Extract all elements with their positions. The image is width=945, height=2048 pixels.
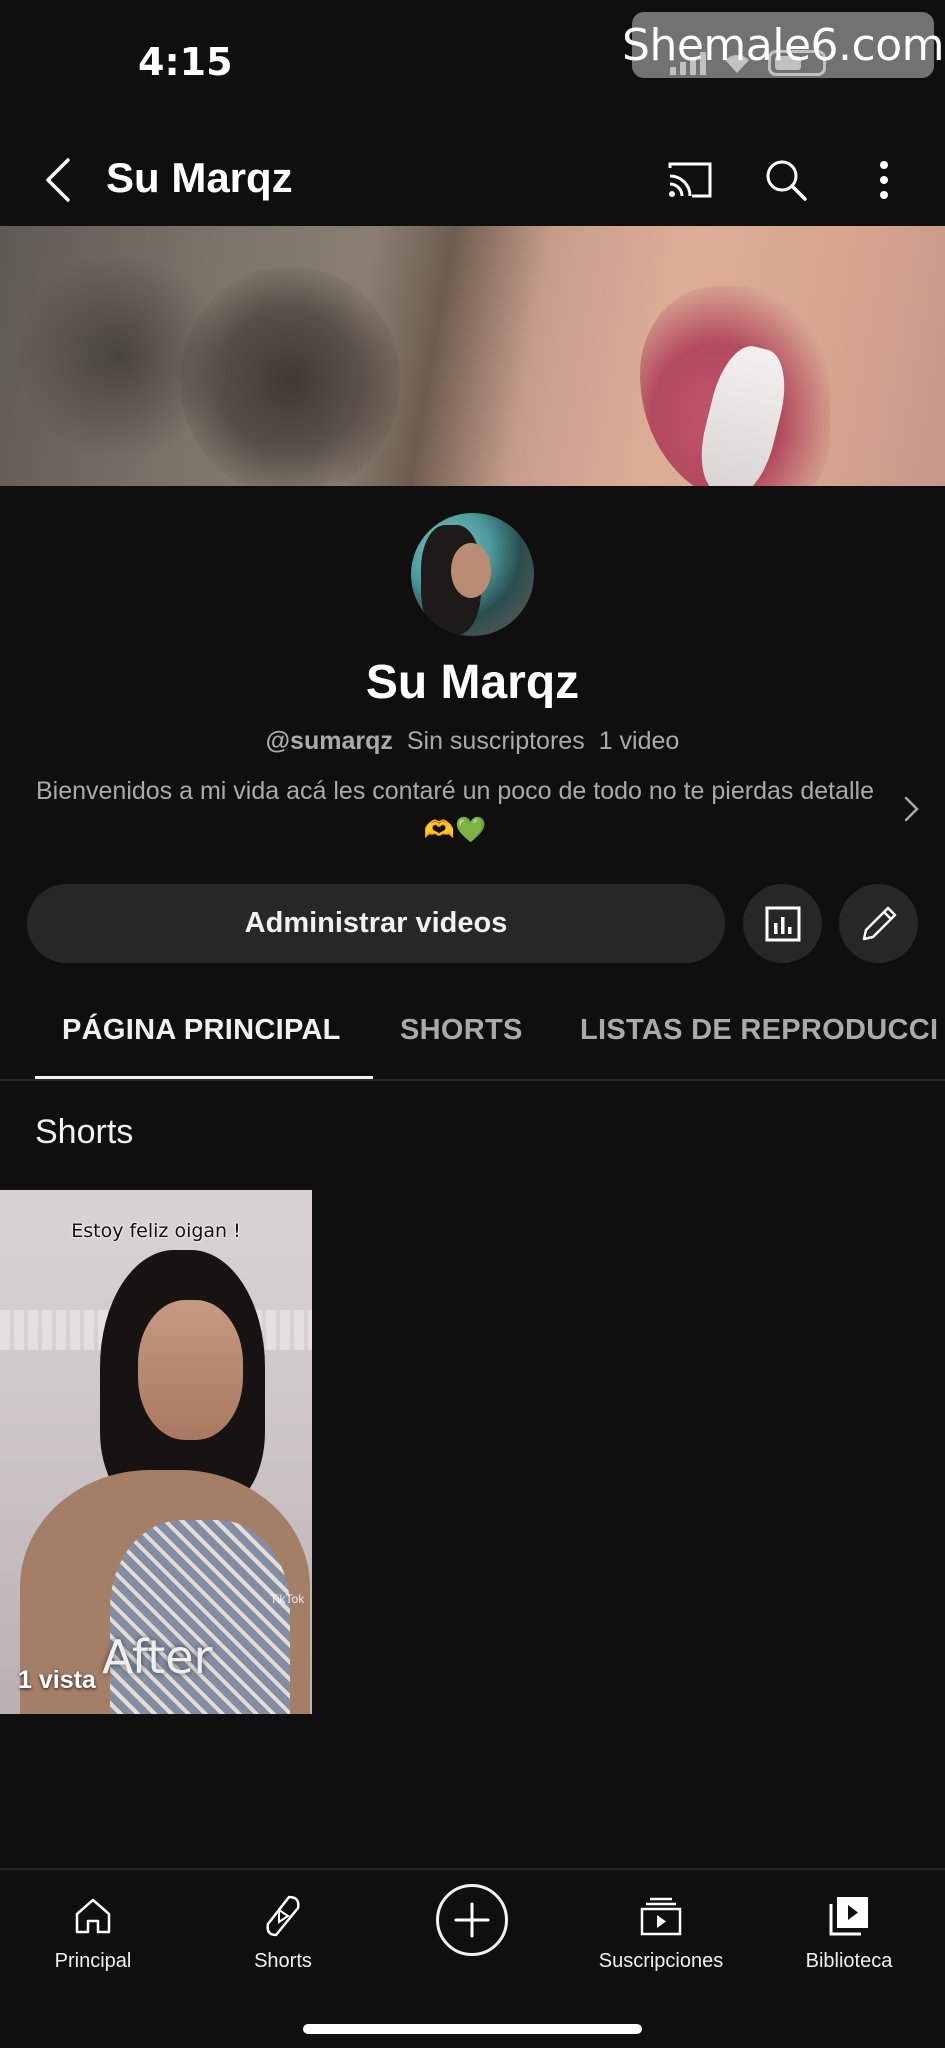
nav-home-label: Principal — [54, 1950, 132, 1972]
channel-name: Su Marqz — [365, 656, 580, 709]
video-count: 1 video — [598, 727, 680, 755]
nav-home[interactable]: Principal — [8, 1890, 178, 1973]
edit-pencil-icon — [862, 906, 896, 940]
analytics-button[interactable] — [743, 884, 822, 963]
subscriber-count: Sin suscriptores — [406, 727, 585, 755]
channel-tabs: PÁGINA PRINCIPAL SHORTS LISTAS DE REPROD… — [0, 990, 945, 1081]
search-button[interactable] — [754, 148, 818, 212]
channel-handle: @sumarqz — [265, 727, 393, 755]
channel-banner — [0, 226, 945, 486]
tab-shorts[interactable]: SHORTS — [400, 1014, 523, 1047]
back-button[interactable] — [28, 150, 88, 210]
shorts-icon — [257, 1890, 309, 1942]
channel-avatar[interactable] — [411, 513, 534, 636]
chevron-right-icon[interactable] — [896, 794, 926, 824]
channel-meta: @sumarqz Sin suscriptores 1 video — [0, 727, 945, 756]
page-title: Su Marqz — [106, 154, 293, 201]
nav-shorts[interactable]: Shorts — [198, 1890, 368, 1973]
cast-button[interactable] — [658, 148, 722, 212]
short-thumbnail[interactable]: Estoy feliz oigan ! TikTok After 1 vista — [0, 1190, 312, 1714]
active-tab-indicator — [35, 1076, 373, 1079]
short-caption: Estoy feliz oigan ! — [71, 1220, 241, 1242]
channel-description[interactable]: Bienvenidos a mi vida acá les contaré un… — [20, 772, 890, 850]
nav-library-label: Biblioteca — [805, 1950, 893, 1972]
nav-subscriptions-label: Suscripciones — [598, 1950, 724, 1972]
edit-channel-button[interactable] — [839, 884, 918, 963]
nav-library[interactable]: Biblioteca — [764, 1890, 934, 1973]
manage-videos-button[interactable]: Administrar videos — [27, 884, 725, 963]
tab-playlists[interactable]: LISTAS DE REPRODUCCI — [580, 1014, 938, 1047]
short-view-count: 1 vista — [18, 1666, 96, 1694]
more-options-button[interactable] — [852, 148, 916, 212]
subscriptions-icon — [635, 1890, 687, 1942]
short-overlay-text: After — [102, 1630, 213, 1684]
create-button[interactable] — [436, 1884, 508, 1956]
analytics-icon — [765, 906, 800, 941]
more-vert-icon — [880, 161, 888, 199]
create-icon — [454, 1902, 490, 1938]
section-title: Shorts — [35, 1113, 134, 1151]
status-bar: 4:15 Shemale6.com — [0, 0, 945, 120]
library-icon — [823, 1890, 875, 1942]
watermark: Shemale6.com — [622, 12, 944, 78]
home-icon — [67, 1890, 119, 1942]
cast-icon — [668, 162, 712, 198]
nav-shorts-label: Shorts — [254, 1950, 312, 1972]
status-time: 4:15 — [138, 40, 233, 84]
tiktok-badge: TikTok — [270, 1592, 305, 1606]
back-arrow-icon — [46, 158, 70, 202]
channel-page: 4:15 Shemale6.com Su Marqz Su Marqz @sum… — [0, 0, 945, 2048]
home-indicator — [303, 2024, 642, 2034]
tab-home[interactable]: PÁGINA PRINCIPAL — [62, 1014, 341, 1047]
top-app-bar: Su Marqz — [0, 130, 945, 226]
nav-subscriptions[interactable]: Suscripciones — [576, 1890, 746, 1973]
bottom-navigation: Principal Shorts Suscripciones Bibliotec… — [0, 1868, 945, 2048]
search-icon — [766, 160, 807, 201]
